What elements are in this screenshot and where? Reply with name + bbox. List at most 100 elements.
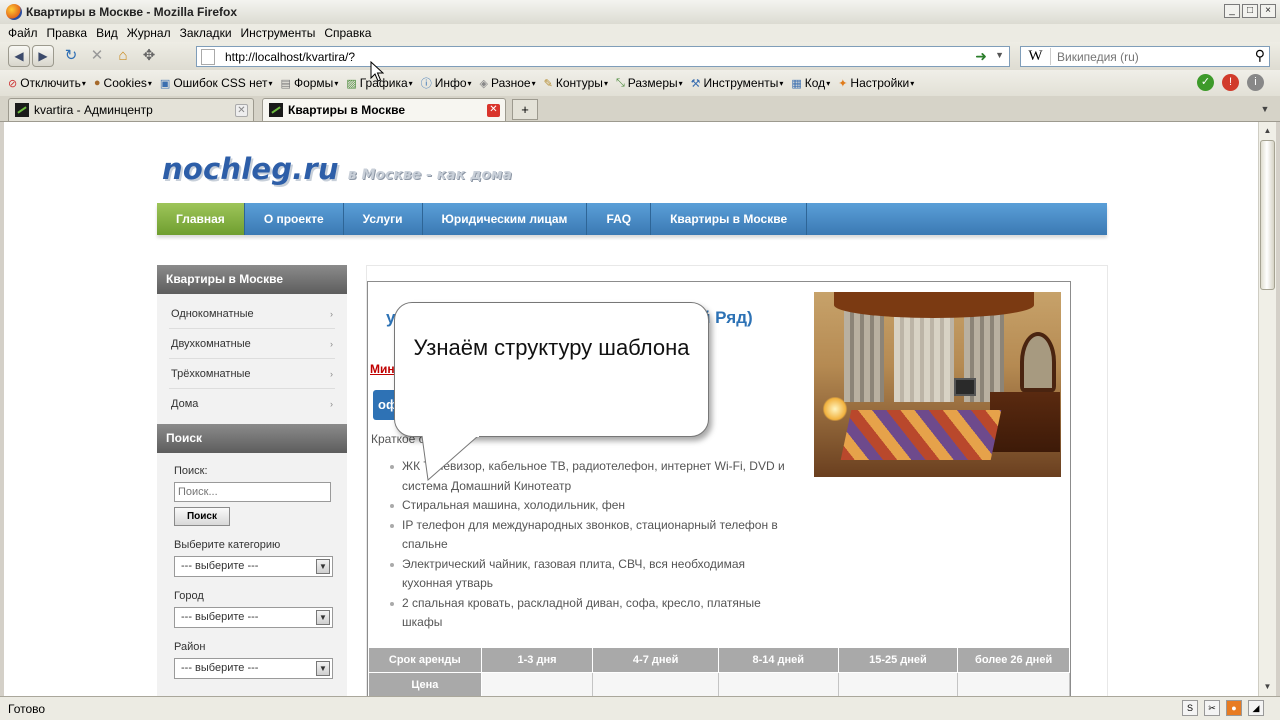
table-header-cell: 8-14 дней	[717, 647, 839, 673]
menu-edit[interactable]: Правка	[47, 26, 88, 40]
url-bar[interactable]: ➜ ▼	[196, 46, 1010, 67]
wd-resize[interactable]: ⤡ Размеры ▾	[616, 76, 683, 90]
nav-about[interactable]: О проекте	[245, 203, 344, 235]
features-list: ЖК Телевизор, кабельное ТВ, радиотелефон…	[388, 457, 798, 633]
table-header-cell: 4-7 дней	[592, 647, 719, 673]
menu-history[interactable]: Журнал	[127, 26, 171, 40]
close-window-button[interactable]: ×	[1260, 4, 1276, 18]
scrollbar-thumb[interactable]	[1260, 140, 1275, 290]
info-status-icon[interactable]: i	[1247, 74, 1264, 91]
status-tools-icon[interactable]: ✂	[1204, 700, 1220, 716]
menu-bar: Файл Правка Вид Журнал Закладки Инструме…	[0, 24, 1280, 42]
search-box[interactable]: W ⚲	[1020, 46, 1270, 67]
forward-button[interactable]: ▶	[32, 45, 54, 67]
sidebar-item-label: Трёхкомнатные	[171, 368, 251, 380]
extension-button[interactable]: ✥	[138, 45, 160, 67]
firefox-icon	[6, 4, 22, 20]
info-icon: ⓘ	[420, 78, 432, 90]
city-select[interactable]: --- выберите --- ▼	[174, 607, 333, 628]
wd-info[interactable]: ⓘ Инфо ▾	[421, 75, 472, 91]
status-s-icon[interactable]: S	[1182, 700, 1198, 716]
site-logo[interactable]: nochleg.ru в Москве - как дома	[162, 152, 512, 186]
scroll-down-icon[interactable]: ▼	[1260, 679, 1275, 695]
district-select[interactable]: --- выберите --- ▼	[174, 658, 333, 679]
url-dropdown-icon[interactable]: ▼	[995, 50, 1004, 60]
dropdown-icon: ▾	[81, 78, 86, 88]
go-arrow-icon[interactable]: ➜	[975, 48, 987, 65]
apartment-photo[interactable]	[814, 292, 1061, 477]
nav-home[interactable]: Главная	[157, 203, 245, 235]
price-cell	[592, 672, 719, 696]
tab-list-icon[interactable]: ▼	[1258, 100, 1272, 118]
menu-view[interactable]: Вид	[96, 26, 118, 40]
nav-apartments[interactable]: Квартиры в Москве	[651, 203, 808, 235]
wd-css[interactable]: ▣ Ошибок CSS нет ▾	[160, 76, 273, 90]
wd-forms[interactable]: ▤ Формы ▾	[281, 76, 339, 90]
check-icon[interactable]: ✓	[1197, 74, 1214, 91]
cookie-icon: ●	[93, 77, 101, 89]
wd-misc[interactable]: ◈ Разное ▾	[480, 76, 536, 90]
site-search-input[interactable]	[174, 482, 331, 502]
close-tab-icon[interactable]: ✕	[487, 104, 500, 117]
nav-services[interactable]: Услуги	[344, 203, 423, 235]
error-icon[interactable]: !	[1222, 74, 1239, 91]
maximize-button[interactable]: □	[1242, 4, 1258, 18]
wd-options[interactable]: ✦ Настройки ▾	[838, 76, 914, 90]
site-search-button[interactable]: Поиск	[174, 507, 230, 526]
rent-table: Срок аренды 1-3 дня 4-7 дней 8-14 дней 1…	[368, 647, 1070, 696]
sidebar-item-label: Однокомнатные	[171, 308, 254, 320]
back-button[interactable]: ◀	[8, 45, 30, 67]
minimize-button[interactable]: _	[1224, 4, 1240, 18]
tab-apartments[interactable]: Квартиры в Москве ✕	[262, 98, 506, 121]
wd-images[interactable]: ▨ Графика ▾	[346, 76, 412, 90]
menu-file[interactable]: Файл	[8, 26, 38, 40]
table-header-cell: 15-25 дней	[837, 647, 959, 673]
chevron-down-icon: ▼	[316, 559, 330, 574]
menu-bookmarks[interactable]: Закладки	[180, 26, 232, 40]
wd-disable[interactable]: ⊘ Отключить ▾	[8, 76, 86, 90]
chevron-right-icon: ›	[330, 399, 333, 409]
vertical-scrollbar[interactable]: ▲ ▼	[1258, 122, 1276, 696]
close-tab-icon[interactable]: ✕	[235, 104, 248, 117]
search-input[interactable]	[1051, 49, 1241, 64]
bed	[840, 410, 1002, 460]
sidebar-item-houses[interactable]: Дома ›	[169, 389, 335, 419]
reload-button[interactable]: ↻	[60, 45, 82, 67]
home-button[interactable]: ⌂	[112, 45, 134, 67]
list-item: ЖК Телевизор, кабельное ТВ, радиотелефон…	[388, 457, 798, 496]
sidebar-item-three-room[interactable]: Трёхкомнатные ›	[169, 359, 335, 389]
nav-faq[interactable]: FAQ	[587, 203, 652, 235]
sidebar-item-two-room[interactable]: Двухкомнатные ›	[169, 329, 335, 359]
status-resize-icon[interactable]: ◢	[1248, 700, 1264, 716]
reload-icon: ↻	[64, 47, 78, 64]
main-navigation: Главная О проекте Услуги Юридическим лиц…	[157, 203, 1107, 235]
nav-corporate[interactable]: Юридическим лицам	[423, 203, 588, 235]
url-input[interactable]	[225, 49, 945, 64]
new-tab-button[interactable]: +	[512, 99, 538, 120]
stop-button[interactable]: ✕	[86, 45, 108, 67]
dropdown-icon: ▾	[910, 78, 915, 88]
search-icon[interactable]: ⚲	[1255, 47, 1265, 64]
dropdown-icon: ▾	[779, 78, 784, 88]
sidebar-item-label: Двухкомнатные	[171, 338, 251, 350]
menu-tools[interactable]: Инструменты	[241, 26, 316, 40]
status-text: Готово	[8, 701, 46, 716]
window-controls: _ □ ×	[1224, 4, 1276, 18]
wd-outline[interactable]: ✎ Контуры ▾	[544, 76, 608, 90]
dropdown-icon: ▾	[334, 78, 339, 88]
metro-link[interactable]: Мин	[370, 362, 395, 376]
menu-help[interactable]: Справка	[324, 26, 371, 40]
wikipedia-icon[interactable]: W	[1021, 48, 1051, 65]
tab-admin[interactable]: kvartira - Админцентр ✕	[8, 98, 254, 121]
wd-tools[interactable]: ⚒ Инструменты ▾	[691, 76, 784, 90]
price-cell	[717, 672, 839, 696]
joomla-favicon-icon	[15, 103, 29, 117]
sidebar-item-one-room[interactable]: Однокомнатные ›	[169, 299, 335, 329]
wd-cookies[interactable]: ● Cookies ▾	[94, 76, 152, 90]
search-panel: Поиск: Поиск Выберите категорию --- выбе…	[157, 453, 347, 679]
category-select[interactable]: --- выберите --- ▼	[174, 556, 333, 577]
web-developer-toolbar: ⊘ Отключить ▾ ● Cookies ▾ ▣ Ошибок CSS нет ▾ ▤…	[0, 70, 1280, 96]
scroll-up-icon[interactable]: ▲	[1260, 123, 1275, 139]
status-firefox-icon[interactable]: ●	[1226, 700, 1242, 716]
wd-source[interactable]: ▦ Код ▾	[791, 76, 830, 90]
